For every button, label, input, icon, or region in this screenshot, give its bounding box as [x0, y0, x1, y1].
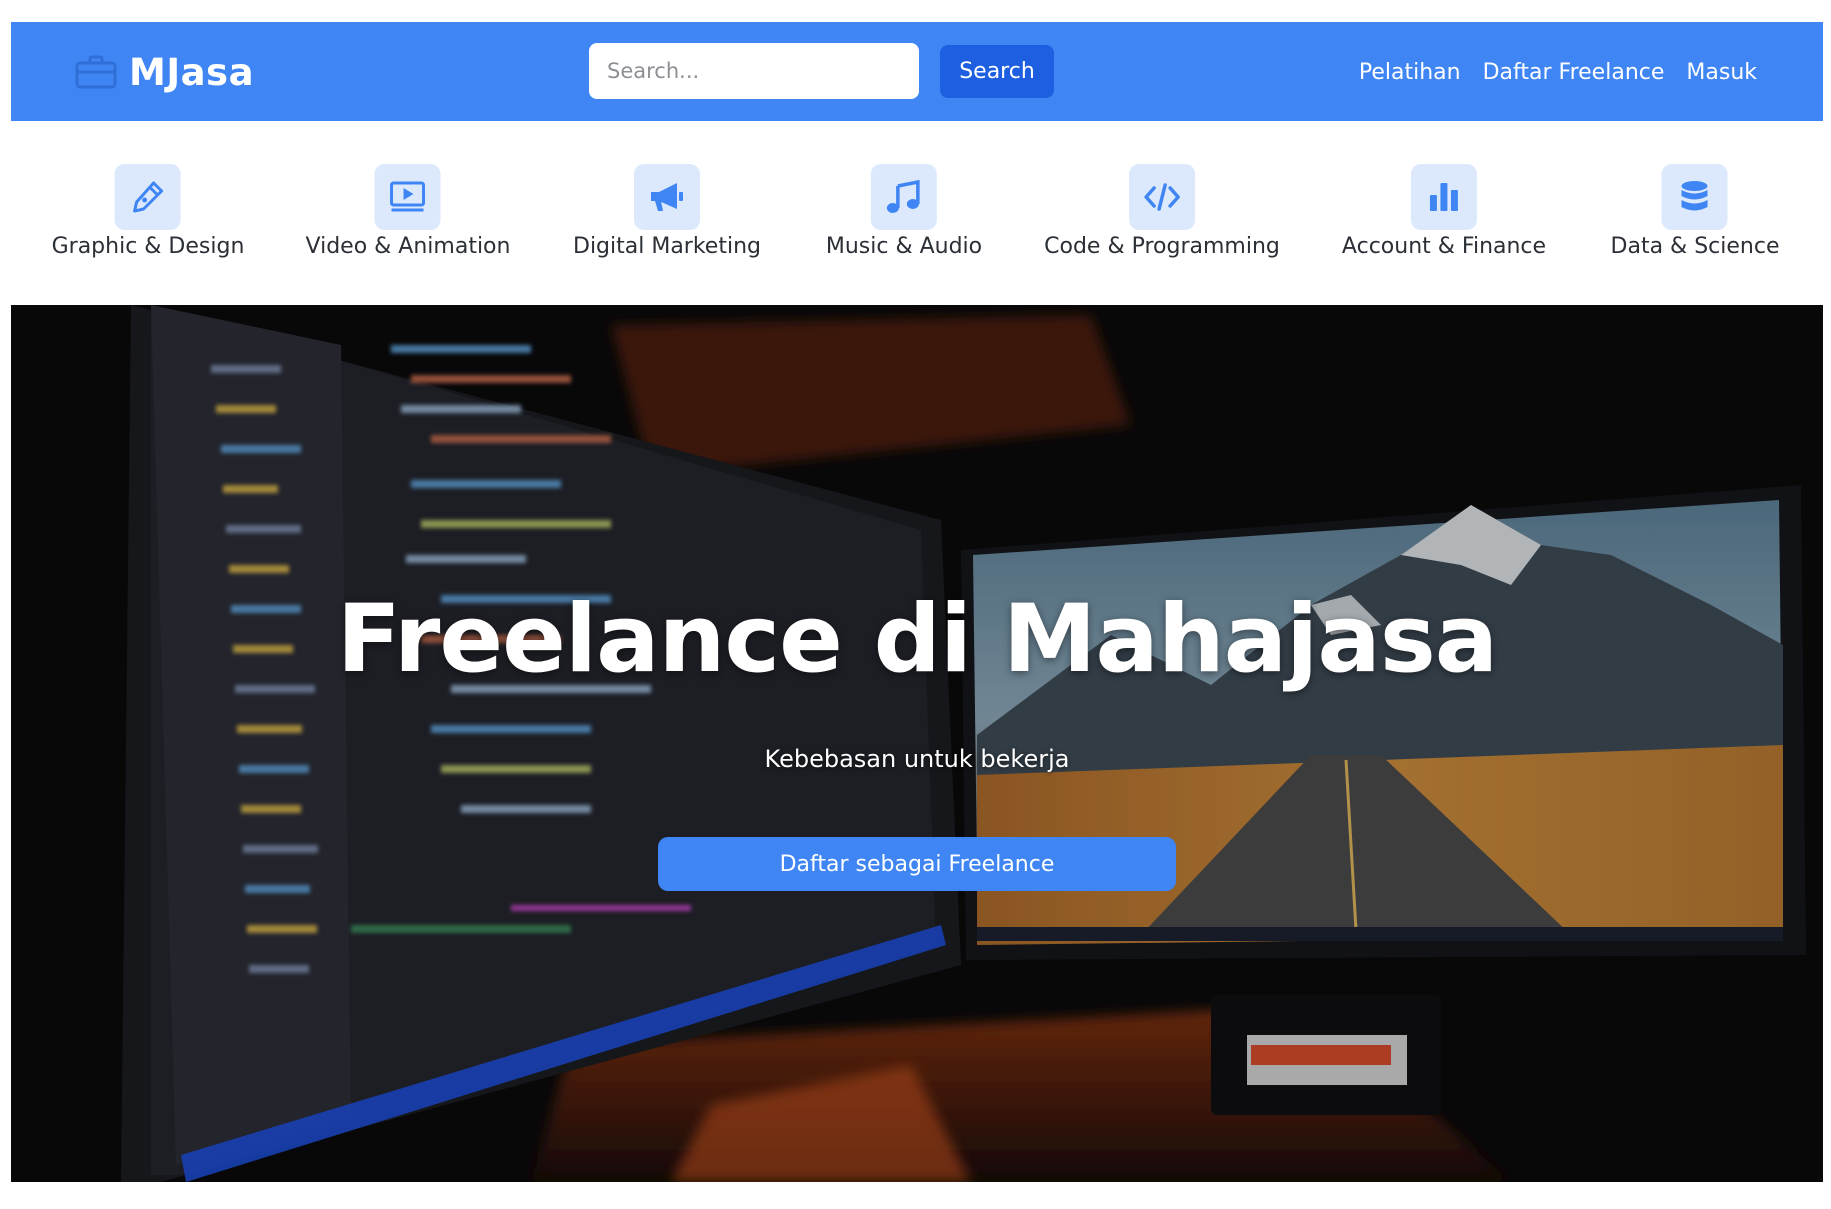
database-icon — [1681, 181, 1708, 211]
nav-link-pelatihan[interactable]: Pelatihan — [1359, 60, 1461, 85]
music-note-icon — [887, 179, 920, 213]
category-label: Account & Finance — [1341, 234, 1547, 259]
category-account-finance[interactable]: Account & Finance — [1342, 164, 1546, 259]
category-bar: Graphic & Design Video & Animation Digit… — [11, 160, 1823, 270]
category-label: Digital Marketing — [573, 234, 761, 259]
pen-icon — [133, 181, 164, 213]
category-label: Data & Science — [1610, 234, 1780, 259]
brand-logo[interactable]: MJasa — [75, 46, 254, 98]
briefcase-icon — [75, 55, 117, 89]
megaphone-icon — [651, 183, 683, 211]
category-video-animation[interactable]: Video & Animation — [305, 164, 511, 259]
category-code-programming[interactable]: Code & Programming — [1044, 164, 1280, 259]
page: MJasa Search Pelatihan Daftar Freelance … — [0, 0, 1831, 1209]
search-bar: Search — [589, 43, 1054, 99]
category-data-science[interactable]: Data & Science — [1610, 164, 1780, 259]
search-input[interactable] — [589, 43, 919, 99]
bar-chart-icon — [1429, 183, 1458, 211]
nav-links: Pelatihan Daftar Freelance Masuk — [1359, 52, 1757, 92]
nav-link-masuk[interactable]: Masuk — [1686, 60, 1757, 85]
category-label: Video & Animation — [305, 234, 511, 259]
register-freelance-button[interactable]: Daftar sebagai Freelance — [658, 837, 1176, 891]
category-graphic-design[interactable]: Graphic & Design — [51, 164, 245, 259]
hero-title: Freelance di Mahajasa — [336, 585, 1498, 694]
brand-name: MJasa — [129, 50, 255, 94]
category-digital-marketing[interactable]: Digital Marketing — [573, 164, 761, 259]
category-label: Music & Audio — [825, 234, 983, 259]
nav-link-daftar-freelance[interactable]: Daftar Freelance — [1483, 60, 1665, 85]
category-label: Graphic & Design — [51, 234, 245, 259]
search-button[interactable]: Search — [940, 44, 1054, 98]
category-label: Code & Programming — [1044, 234, 1280, 259]
category-music-audio[interactable]: Music & Audio — [826, 164, 982, 259]
hero-subtitle: Kebebasan untuk bekerja — [764, 745, 1070, 773]
hero-banner: Freelance di Mahajasa Kebebasan untuk be… — [11, 305, 1823, 1182]
navbar: MJasa Search Pelatihan Daftar Freelance … — [11, 22, 1823, 121]
video-icon — [390, 181, 426, 212]
code-icon — [1144, 183, 1180, 211]
